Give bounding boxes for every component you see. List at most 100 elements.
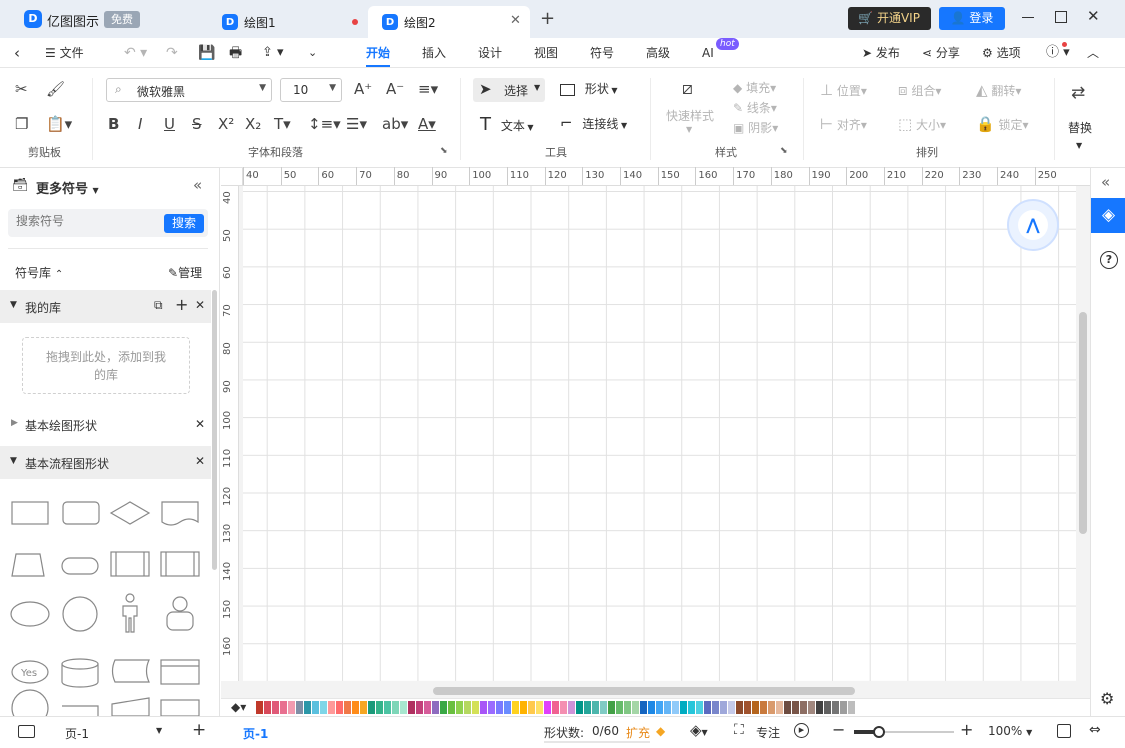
text-highlight-icon[interactable]: ab▾ xyxy=(382,115,408,133)
zoom-out-icon[interactable]: − xyxy=(832,720,845,739)
zoom-level-select[interactable]: 100% ▼ xyxy=(988,724,1032,738)
font-name-select[interactable]: ⌕ 微软雅黑 ▼ xyxy=(106,78,272,102)
close-tab-icon[interactable]: ✕ xyxy=(510,13,521,28)
color-swatch[interactable] xyxy=(680,701,687,714)
file-menu[interactable]: ☰ 文件 xyxy=(45,38,84,68)
share-button[interactable]: ⋖ 分享 xyxy=(922,38,960,68)
collapse-panel-icon[interactable]: « xyxy=(193,176,202,194)
layers-icon[interactable]: ◈▼ xyxy=(690,721,708,739)
color-swatch[interactable] xyxy=(616,701,623,714)
color-swatch[interactable] xyxy=(568,701,575,714)
more-symbols-title[interactable]: 更多符号 ▼ xyxy=(36,178,99,197)
format-painter-icon[interactable]: 🖌 xyxy=(46,80,65,98)
color-swatch[interactable] xyxy=(496,701,503,714)
color-swatch[interactable] xyxy=(640,701,647,714)
panel-scrollbar[interactable] xyxy=(212,290,217,570)
tab-insert[interactable]: 插入 xyxy=(422,38,446,68)
color-swatch[interactable] xyxy=(752,701,759,714)
dialog-launcher-icon[interactable]: ⬊ xyxy=(440,146,448,156)
add-icon[interactable]: + xyxy=(175,295,188,314)
symbol-library-toggle[interactable]: 符号库 ⌃ xyxy=(15,264,63,281)
color-swatch[interactable] xyxy=(824,701,831,714)
collapse-ribbon-icon[interactable]: ︿ xyxy=(1087,38,1099,68)
color-swatch[interactable] xyxy=(264,701,271,714)
font-color-icon[interactable]: A▾ xyxy=(418,115,436,133)
color-swatch[interactable] xyxy=(472,701,479,714)
drop-zone[interactable]: 拖拽到此处，添加到我的库 xyxy=(22,337,190,394)
search-button[interactable]: 搜索 xyxy=(164,214,204,233)
increase-font-icon[interactable]: A⁺ xyxy=(354,80,372,98)
tab-ai[interactable]: AI xyxy=(702,38,714,68)
color-swatch[interactable] xyxy=(704,701,711,714)
color-swatch[interactable] xyxy=(512,701,519,714)
size-button[interactable]: ⬚ 大小▾ xyxy=(898,116,946,133)
publish-button[interactable]: ➤ 发布 xyxy=(862,38,900,68)
line-button[interactable]: ✎ 线条▾ xyxy=(733,100,777,116)
color-swatch[interactable] xyxy=(672,701,679,714)
connector-tool-button[interactable]: ⌐ 连接线 ▼ xyxy=(560,114,627,132)
list-icon[interactable]: ☰▾ xyxy=(346,115,367,133)
zoom-slider[interactable] xyxy=(854,726,954,738)
color-swatch[interactable] xyxy=(280,701,287,714)
close-icon[interactable]: ✕ xyxy=(195,454,205,468)
tab-home[interactable]: 开始 xyxy=(366,38,391,67)
color-swatch[interactable] xyxy=(760,701,767,714)
color-swatch[interactable] xyxy=(520,701,527,714)
options-button[interactable]: ⚙ 选项 xyxy=(982,38,1021,68)
maximize-icon[interactable] xyxy=(1055,11,1067,23)
close-window-icon[interactable]: ✕ xyxy=(1087,7,1100,25)
color-swatch[interactable] xyxy=(256,701,263,714)
style-panel-button[interactable]: ◈ xyxy=(1091,198,1125,233)
color-swatch[interactable] xyxy=(808,701,815,714)
expand-button[interactable]: 扩充 xyxy=(626,724,650,741)
color-swatch[interactable] xyxy=(296,701,303,714)
italic-icon[interactable]: I xyxy=(138,115,142,133)
vertical-scrollbar[interactable] xyxy=(1079,312,1087,534)
back-icon[interactable]: ‹ xyxy=(14,38,20,68)
tab-drawing1[interactable]: D 绘图1 xyxy=(208,6,368,38)
save-icon[interactable]: 💾 xyxy=(198,38,215,68)
color-swatch[interactable] xyxy=(400,701,407,714)
color-swatch[interactable] xyxy=(368,701,375,714)
page-tab-1[interactable]: 页-1 xyxy=(243,725,268,742)
align-icon[interactable]: ≡▾ xyxy=(418,80,438,98)
bold-icon[interactable]: B xyxy=(108,115,119,133)
color-swatch[interactable] xyxy=(528,701,535,714)
tab-view[interactable]: 视图 xyxy=(534,38,558,68)
color-swatch[interactable] xyxy=(576,701,583,714)
focus-label[interactable]: 专注 xyxy=(756,724,780,741)
color-swatch[interactable] xyxy=(416,701,423,714)
color-swatch[interactable] xyxy=(464,701,471,714)
color-swatch[interactable] xyxy=(544,701,551,714)
export-icon[interactable]: ⇪ ▾ xyxy=(262,38,284,68)
ai-assistant-button[interactable]: ⋀ xyxy=(1007,199,1059,251)
shadow-button[interactable]: ▣ 阴影▾ xyxy=(733,120,778,136)
select-tool-button[interactable]: ➤ 选择 ▼ xyxy=(473,78,545,102)
redo-icon[interactable]: ↷ xyxy=(166,38,178,68)
play-icon[interactable]: ▶ xyxy=(794,723,809,738)
zoom-in-icon[interactable]: + xyxy=(960,720,973,739)
color-swatch[interactable] xyxy=(424,701,431,714)
color-swatch[interactable] xyxy=(392,701,399,714)
expand-panel-icon[interactable]: « xyxy=(1101,173,1110,191)
tab-drawing2[interactable]: D 绘图2 ✕ xyxy=(368,6,530,38)
login-button[interactable]: 👤 登录 xyxy=(939,7,1005,30)
close-icon[interactable]: ✕ xyxy=(195,417,205,431)
undo-icon[interactable]: ↶ ▾ xyxy=(124,38,147,68)
quick-style-icon[interactable]: ⧄ xyxy=(682,80,693,98)
color-swatch[interactable] xyxy=(712,701,719,714)
subscript-icon[interactable]: X₂ xyxy=(245,115,261,133)
color-swatch[interactable] xyxy=(440,701,447,714)
color-swatch[interactable] xyxy=(792,701,799,714)
help-circle-icon[interactable]: ? xyxy=(1100,251,1118,269)
color-swatch[interactable] xyxy=(408,701,415,714)
text-case-icon[interactable]: T▾ xyxy=(274,115,291,133)
color-swatch[interactable] xyxy=(376,701,383,714)
fill-button[interactable]: ◆ 填充▾ xyxy=(733,80,776,96)
color-swatch[interactable] xyxy=(736,701,743,714)
basic-shapes-header[interactable]: ▶ 基本绘图形状 ✕ xyxy=(0,410,211,440)
color-swatch[interactable] xyxy=(432,701,439,714)
line-spacing-icon[interactable]: ↕≡▾ xyxy=(308,115,341,133)
color-swatch[interactable] xyxy=(488,701,495,714)
font-size-select[interactable]: 10 ▼ xyxy=(280,78,342,102)
